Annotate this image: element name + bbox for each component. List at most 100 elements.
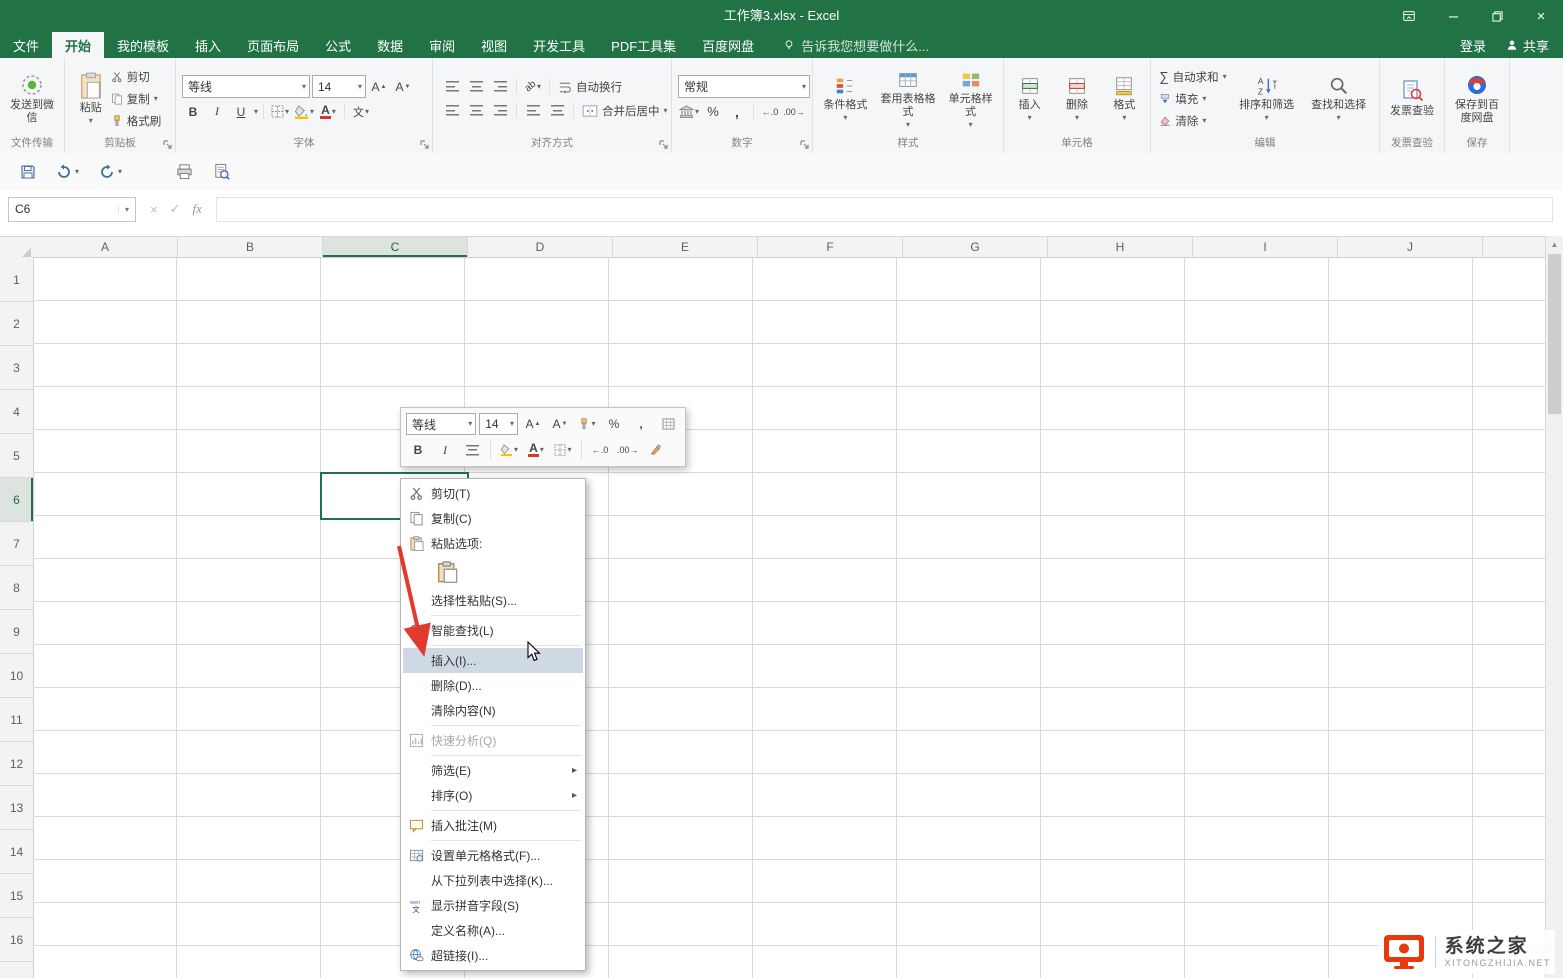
row-header-5[interactable]: 5 xyxy=(0,434,33,478)
row-header-13[interactable]: 13 xyxy=(0,786,33,830)
name-box-dropdown-arrow[interactable]: ▾ xyxy=(118,205,135,214)
save-button[interactable] xyxy=(14,161,42,183)
mini-percent-button[interactable]: % xyxy=(602,414,626,435)
tab-formulas[interactable]: 公式 xyxy=(312,32,364,58)
save-to-baidu-button[interactable]: 保存到百度网盘 xyxy=(1448,65,1506,133)
cell-styles-button[interactable]: 单元格样式▾ xyxy=(941,65,1000,133)
mini-font-color-button[interactable]: A▾ xyxy=(524,440,548,461)
menu-item-pick-from-list[interactable]: 从下拉列表中选择(K)... xyxy=(403,868,583,893)
row-header-2[interactable]: 2 xyxy=(0,302,33,346)
column-header-C[interactable]: C xyxy=(323,236,468,258)
menu-item-show-phonetic[interactable]: wen文显示拼音字段(S) xyxy=(403,893,583,918)
row-header-10[interactable]: 10 xyxy=(0,654,33,698)
menu-item-cut[interactable]: 剪切(T) xyxy=(403,481,583,506)
decrease-font-size-button[interactable]: A▼ xyxy=(392,76,414,97)
bottom-align-button[interactable] xyxy=(489,76,511,97)
ribbon-display-options-button[interactable] xyxy=(1387,0,1431,32)
mini-decrease-font-button[interactable]: A▼ xyxy=(548,414,572,435)
insert-function-button[interactable]: fx xyxy=(193,201,202,217)
underline-button[interactable]: U xyxy=(230,101,252,122)
decrease-indent-button[interactable] xyxy=(522,100,544,121)
find-select-button[interactable]: 查找和选择▾ xyxy=(1304,65,1374,133)
tab-my-templates[interactable]: 我的模板 xyxy=(104,32,182,58)
merge-center-button[interactable]: 合并后居中▾ xyxy=(579,100,671,121)
delete-cells-button[interactable]: 删除▾ xyxy=(1054,65,1099,133)
column-header-D[interactable]: D xyxy=(468,236,613,258)
increase-decimal-button[interactable]: ←.0 xyxy=(759,101,781,122)
mini-increase-font-button[interactable]: A▲ xyxy=(521,414,545,435)
menu-item-hyperlink[interactable]: 超链接(I)... xyxy=(403,943,583,968)
conditional-formatting-button[interactable]: 条件格式▾ xyxy=(816,65,875,133)
tab-data[interactable]: 数据 xyxy=(364,32,416,58)
row-header-12[interactable]: 12 xyxy=(0,742,33,786)
tab-developer[interactable]: 开发工具 xyxy=(520,32,598,58)
undo-button[interactable]: ▾ xyxy=(50,161,85,183)
menu-item-format-cells[interactable]: 设置单元格格式(F)... xyxy=(403,843,583,868)
mini-center-button[interactable] xyxy=(460,440,484,461)
invoice-check-button[interactable]: 发票查验 xyxy=(1383,65,1441,133)
increase-font-size-button[interactable]: A▲ xyxy=(368,76,390,97)
share-button[interactable]: 共享 xyxy=(1506,36,1549,55)
row-header-3[interactable]: 3 xyxy=(0,346,33,390)
tab-baidu-netdisk[interactable]: 百度网盘 xyxy=(689,32,767,58)
cancel-entry-button[interactable]: × xyxy=(150,202,158,217)
row-header-8[interactable]: 8 xyxy=(0,566,33,610)
tab-page-layout[interactable]: 页面布局 xyxy=(234,32,312,58)
mini-table-button[interactable] xyxy=(656,414,680,435)
sort-filter-button[interactable]: AZ 排序和筛选▾ xyxy=(1232,65,1302,133)
clear-button[interactable]: 清除▾ xyxy=(1156,110,1229,131)
confirm-entry-button[interactable]: ✓ xyxy=(170,201,181,217)
copy-button[interactable]: 复制▾ xyxy=(108,88,165,109)
mini-borders-button[interactable]: ▾ xyxy=(551,440,575,461)
paste-button[interactable]: 粘贴 ▾ xyxy=(76,65,106,133)
mini-increase-decimal-button[interactable]: .00→ xyxy=(615,440,641,461)
mini-format-painter-button[interactable]: ▾ xyxy=(575,414,599,435)
tell-me-box[interactable]: 告诉我您想要做什么... xyxy=(783,32,929,58)
close-button[interactable]: × xyxy=(1519,0,1563,32)
format-cells-button[interactable]: 格式▾ xyxy=(1102,65,1147,133)
tab-review[interactable]: 审阅 xyxy=(416,32,468,58)
column-header-E[interactable]: E xyxy=(613,236,758,258)
column-header-G[interactable]: G xyxy=(903,236,1048,258)
font-color-button[interactable]: A▾ xyxy=(317,101,339,122)
font-size-select[interactable]: 14▾ xyxy=(312,75,366,98)
column-header-J[interactable]: J xyxy=(1338,236,1483,258)
menu-item-define-name[interactable]: 定义名称(A)... xyxy=(403,918,583,943)
phonetic-guide-button[interactable]: 文▾ xyxy=(350,101,372,122)
align-right-button[interactable] xyxy=(489,100,511,121)
send-to-wechat-button[interactable]: 发送到微信 xyxy=(3,65,61,133)
increase-indent-button[interactable] xyxy=(546,100,568,121)
name-box[interactable]: C6 ▾ xyxy=(8,197,136,222)
column-header-I[interactable]: I xyxy=(1193,236,1338,258)
print-preview-button[interactable] xyxy=(207,160,236,183)
tab-insert[interactable]: 插入 xyxy=(182,32,234,58)
fill-button[interactable]: 填充▾ xyxy=(1156,88,1229,109)
font-dialog-launcher[interactable] xyxy=(420,140,430,150)
menu-item-delete[interactable]: 删除(D)... xyxy=(403,673,583,698)
number-format-select[interactable]: 常规▾ xyxy=(678,75,810,98)
cells-area[interactable] xyxy=(33,258,1546,978)
row-header-16[interactable]: 16 xyxy=(0,918,33,962)
menu-item-filter[interactable]: 筛选(E)▸ xyxy=(403,758,583,783)
print-button[interactable] xyxy=(170,160,199,183)
menu-item-clear-contents[interactable]: 清除内容(N) xyxy=(403,698,583,723)
mini-comma-button[interactable]: , xyxy=(629,414,653,435)
row-header-14[interactable]: 14 xyxy=(0,830,33,874)
row-header-6[interactable]: 6 xyxy=(0,478,33,522)
select-all-corner[interactable] xyxy=(0,236,34,260)
row-header-1[interactable]: 1 xyxy=(0,258,33,302)
borders-button[interactable]: ▾ xyxy=(269,101,291,122)
tab-view[interactable]: 视图 xyxy=(468,32,520,58)
scroll-up-arrow-icon[interactable]: ▲ xyxy=(1546,236,1563,253)
row-header-4[interactable]: 4 xyxy=(0,390,33,434)
mini-font-size-select[interactable]: 14▾ xyxy=(479,413,518,435)
minimize-button[interactable] xyxy=(1431,0,1475,32)
wrap-text-button[interactable]: 自动换行 xyxy=(555,76,625,97)
clipboard-dialog-launcher[interactable] xyxy=(163,140,173,150)
row-header-15[interactable]: 15 xyxy=(0,874,33,918)
mini-fill-color-button[interactable]: ▾ xyxy=(497,440,521,461)
login-button[interactable]: 登录 xyxy=(1460,36,1486,55)
align-left-button[interactable] xyxy=(441,100,463,121)
autosum-button[interactable]: ∑ 自动求和▾ xyxy=(1156,66,1229,87)
fill-color-button[interactable]: ▾ xyxy=(293,101,315,122)
